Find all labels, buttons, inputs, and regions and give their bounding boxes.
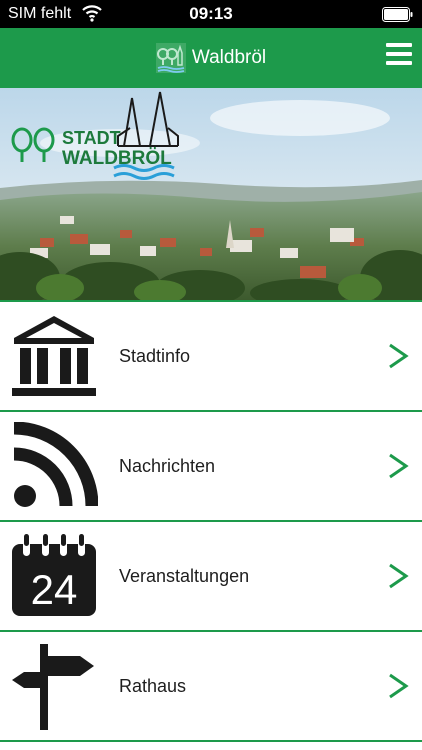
chevron-right-icon	[389, 343, 409, 369]
menu-item-stadtinfo[interactable]: Stadtinfo	[0, 302, 422, 412]
menu-item-rathaus[interactable]: Rathaus	[0, 632, 422, 742]
menu-item-veranstaltungen[interactable]: 24 Veranstaltungen	[0, 522, 422, 632]
rss-feed-icon	[13, 422, 98, 507]
logo-text-stadt: STADT	[62, 128, 121, 148]
menu-item-label: Veranstaltungen	[119, 566, 250, 586]
calendar-24-icon: 24	[12, 534, 96, 616]
logo-text-waldbroel: WALDBRÖL	[62, 148, 172, 169]
menu-item-nachrichten[interactable]: Nachrichten	[0, 412, 422, 522]
nav-title: Waldbröl	[191, 47, 267, 68]
chevron-right-icon	[389, 673, 409, 699]
battery-icon	[382, 7, 413, 22]
status-time: 09:13	[189, 4, 233, 23]
nav-title-group: Waldbröl	[0, 28, 422, 88]
menu-item-label: Rathaus	[119, 676, 187, 696]
museum-building-icon	[12, 316, 96, 396]
hamburger-menu-icon[interactable]	[386, 43, 412, 67]
signpost-icon	[12, 644, 94, 730]
calendar-day-number: 24	[31, 566, 78, 613]
menu-item-label: Stadtinfo	[119, 346, 191, 366]
menu-item-label: Nachrichten	[119, 456, 216, 476]
town-logo-icon	[155, 43, 186, 73]
main-menu-list: Stadtinfo Nachrichten 24 Veranstaltungen…	[0, 302, 422, 742]
nav-bar: Waldbröl	[0, 28, 422, 88]
banner-image: STADT WALDBRÖL	[0, 88, 422, 300]
chevron-right-icon	[389, 453, 409, 479]
status-bar: SIM fehlt 09:13	[0, 0, 422, 28]
chevron-right-icon	[389, 563, 409, 589]
